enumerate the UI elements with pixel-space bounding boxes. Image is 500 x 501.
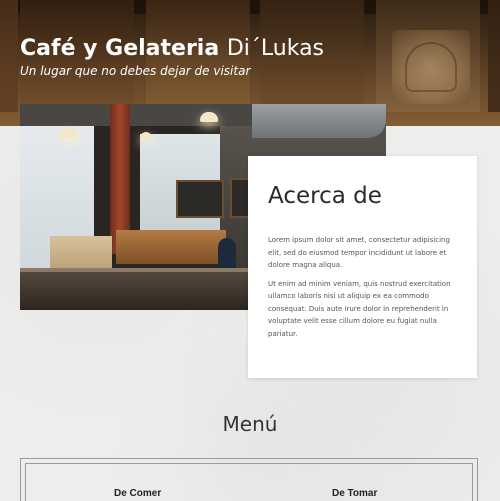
photo-lamp [60,128,78,138]
site-tagline: Un lugar que no debes dejar de visitar [20,64,251,78]
about-card: Acerca de Lorem ipsum dolor sit amet, co… [248,156,477,378]
photo-shelf [116,230,226,264]
site-title-bold: Café y Gelateria [20,36,220,61]
menu-inner-frame: De Comer De Tomar [25,463,473,501]
menu-column-title-food[interactable]: De Comer [114,488,161,499]
photo-chalkboard [176,180,224,218]
photo-lamp [200,112,218,122]
about-paragraph: Lorem ipsum dolor sit amet, consectetur … [268,236,450,269]
about-title: Acerca de [268,183,382,209]
menu-box: De Comer De Tomar [20,458,478,501]
site-title-light: Di´Lukas [226,36,325,61]
photo-lamp [140,132,152,140]
about-paragraph: Ut enim ad minim veniam, quis nostrud ex… [268,279,451,338]
menu-column-title-drinks[interactable]: De Tomar [332,488,377,499]
about-spacer [268,210,457,234]
menu-heading: Menú [222,412,278,436]
site-title[interactable]: Café y Gelateria Di´Lukas [20,34,324,64]
photo-duct [252,104,386,138]
photo-person [218,238,236,272]
